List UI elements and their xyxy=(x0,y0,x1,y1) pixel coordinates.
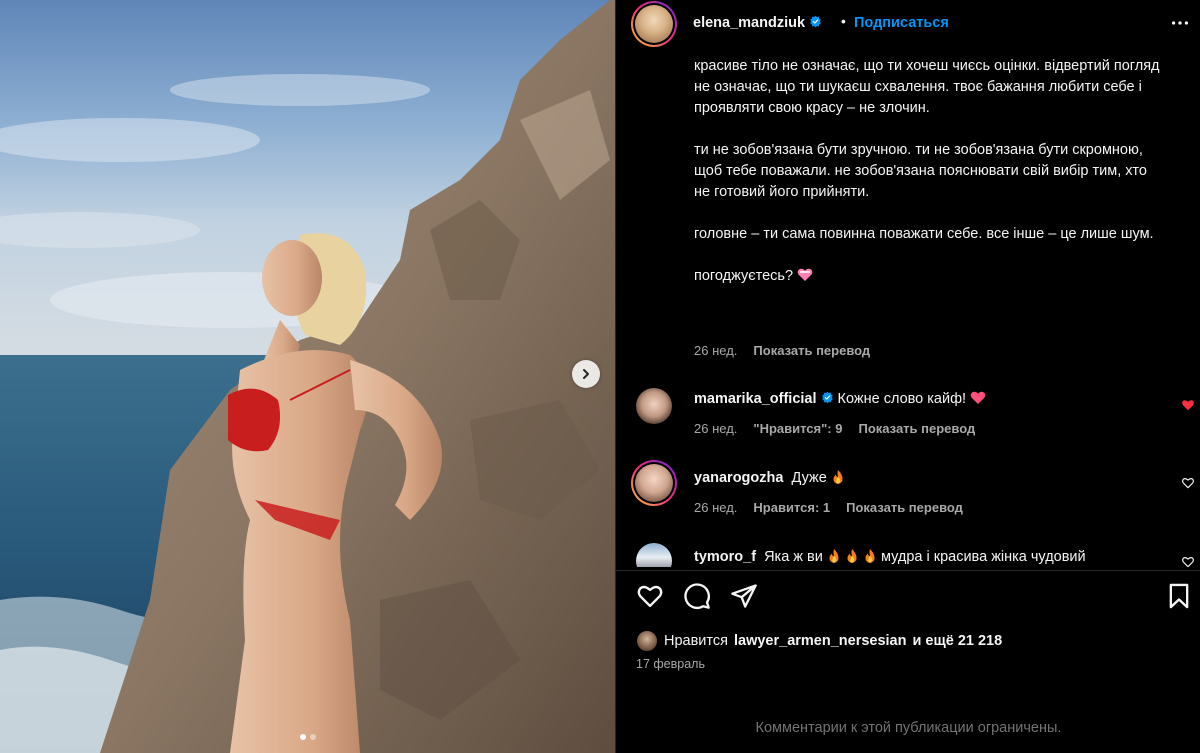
chevron-right-icon xyxy=(583,369,589,379)
comment-body: Кожне слово кайф! xyxy=(837,391,967,407)
heart-emoji xyxy=(797,268,813,281)
comment-meta: 26 нед. "Нравится": 9 Показать перевод xyxy=(694,421,975,436)
commenter-avatar-ring[interactable] xyxy=(631,460,677,506)
liker-username[interactable]: lawyer_armen_nersesian xyxy=(734,633,907,649)
comment-text: tymoro_f Яка ж ви мудра і красива жінка … xyxy=(694,548,1086,565)
liker-avatar xyxy=(636,630,658,652)
caption-paragraph: головне – ти сама повинна поважати себе.… xyxy=(694,226,1154,242)
fire-emoji xyxy=(847,549,857,563)
caption-time[interactable]: 26 нед. xyxy=(694,343,737,358)
comments-limited-notice: Комментарии к этой публикации ограничены… xyxy=(755,720,1062,736)
likes-prefix: Нравится xyxy=(664,633,728,649)
comment-item: tymoro_f Яка ж ви мудра і красива жінка … xyxy=(616,543,1200,567)
comment-like-count[interactable]: Нравится: 1 xyxy=(753,500,830,515)
caption-meta: 26 нед. Показать перевод xyxy=(694,343,870,358)
comment-time[interactable]: 26 нед. xyxy=(694,500,737,515)
fire-emoji xyxy=(865,549,875,563)
caption-question: погоджуєтесь? xyxy=(694,268,794,284)
comment-text: mamarika_official Кожне слово кайф! xyxy=(694,391,986,407)
author-avatar-ring[interactable] xyxy=(631,1,677,47)
author-avatar xyxy=(635,5,673,43)
caption-paragraph: ти не зобов'язана бути зручною. ти не зо… xyxy=(694,142,1147,200)
comment-username[interactable]: mamarika_official xyxy=(694,391,817,407)
carousel-indicator xyxy=(0,734,615,740)
bookmark-icon[interactable] xyxy=(1165,582,1193,610)
fire-emoji xyxy=(829,549,839,563)
likes-summary[interactable]: Нравится lawyer_armen_nersesian и ещё 21… xyxy=(636,630,1002,652)
comment-icon[interactable] xyxy=(683,582,711,610)
post-media[interactable] xyxy=(0,0,615,753)
heart-icon[interactable] xyxy=(1181,476,1195,490)
comment-like-count[interactable]: "Нравится": 9 xyxy=(753,421,842,436)
caption-paragraph: красиве тіло не означає, що ти хочеш чиє… xyxy=(694,58,1160,116)
comment-username[interactable]: yanarogozha xyxy=(694,470,783,486)
commenter-avatar xyxy=(635,464,673,502)
next-slide-button[interactable] xyxy=(572,360,600,388)
heart-emoji xyxy=(970,391,986,404)
post-panel: elena_mandziuk • Подписаться красиве тіл… xyxy=(615,0,1200,753)
follow-button[interactable]: Подписаться xyxy=(854,15,949,31)
fire-emoji xyxy=(833,470,843,484)
commenter-avatar[interactable] xyxy=(636,388,672,424)
comment-body-tail: мудра і красива жінка чудовий xyxy=(880,549,1086,565)
author-username[interactable]: elena_mandziuk xyxy=(693,15,822,31)
post-date[interactable]: 17 февраль xyxy=(636,657,705,671)
heart-icon[interactable] xyxy=(636,582,664,610)
header-separator: • xyxy=(841,13,846,29)
heart-icon[interactable] xyxy=(1181,555,1195,567)
post-photo xyxy=(0,0,615,753)
verified-icon xyxy=(810,15,821,28)
comment-body: Дуже xyxy=(791,470,827,486)
heart-icon[interactable] xyxy=(1181,398,1195,412)
carousel-dot-active xyxy=(299,734,306,740)
comment-body: Яка ж ви xyxy=(764,549,823,565)
post-caption: красиве тіло не означає, що ти хочеш чиє… xyxy=(694,56,1164,287)
translate-comment-link[interactable]: Показать перевод xyxy=(846,500,963,515)
comment-username[interactable]: tymoro_f xyxy=(694,549,756,565)
more-icon[interactable] xyxy=(1169,12,1191,34)
caption-paragraph: погоджуєтесь? xyxy=(694,266,1164,287)
likes-count[interactable]: и ещё 21 218 xyxy=(912,633,1002,649)
comment-meta: 26 нед. Нравится: 1 Показать перевод xyxy=(694,500,963,515)
comment-text: yanarogozha Дуже xyxy=(694,469,845,486)
verified-icon xyxy=(821,391,833,404)
commenter-avatar[interactable] xyxy=(636,543,672,567)
post-header: elena_mandziuk • Подписаться xyxy=(616,0,1200,48)
post-dialog: elena_mandziuk • Подписаться красиве тіл… xyxy=(0,0,1200,753)
translate-comment-link[interactable]: Показать перевод xyxy=(858,421,975,436)
comment-time[interactable]: 26 нед. xyxy=(694,421,737,436)
actions-divider xyxy=(616,570,1200,571)
translate-caption-link[interactable]: Показать перевод xyxy=(753,343,870,358)
share-icon[interactable] xyxy=(730,582,758,610)
carousel-dot xyxy=(309,734,316,740)
